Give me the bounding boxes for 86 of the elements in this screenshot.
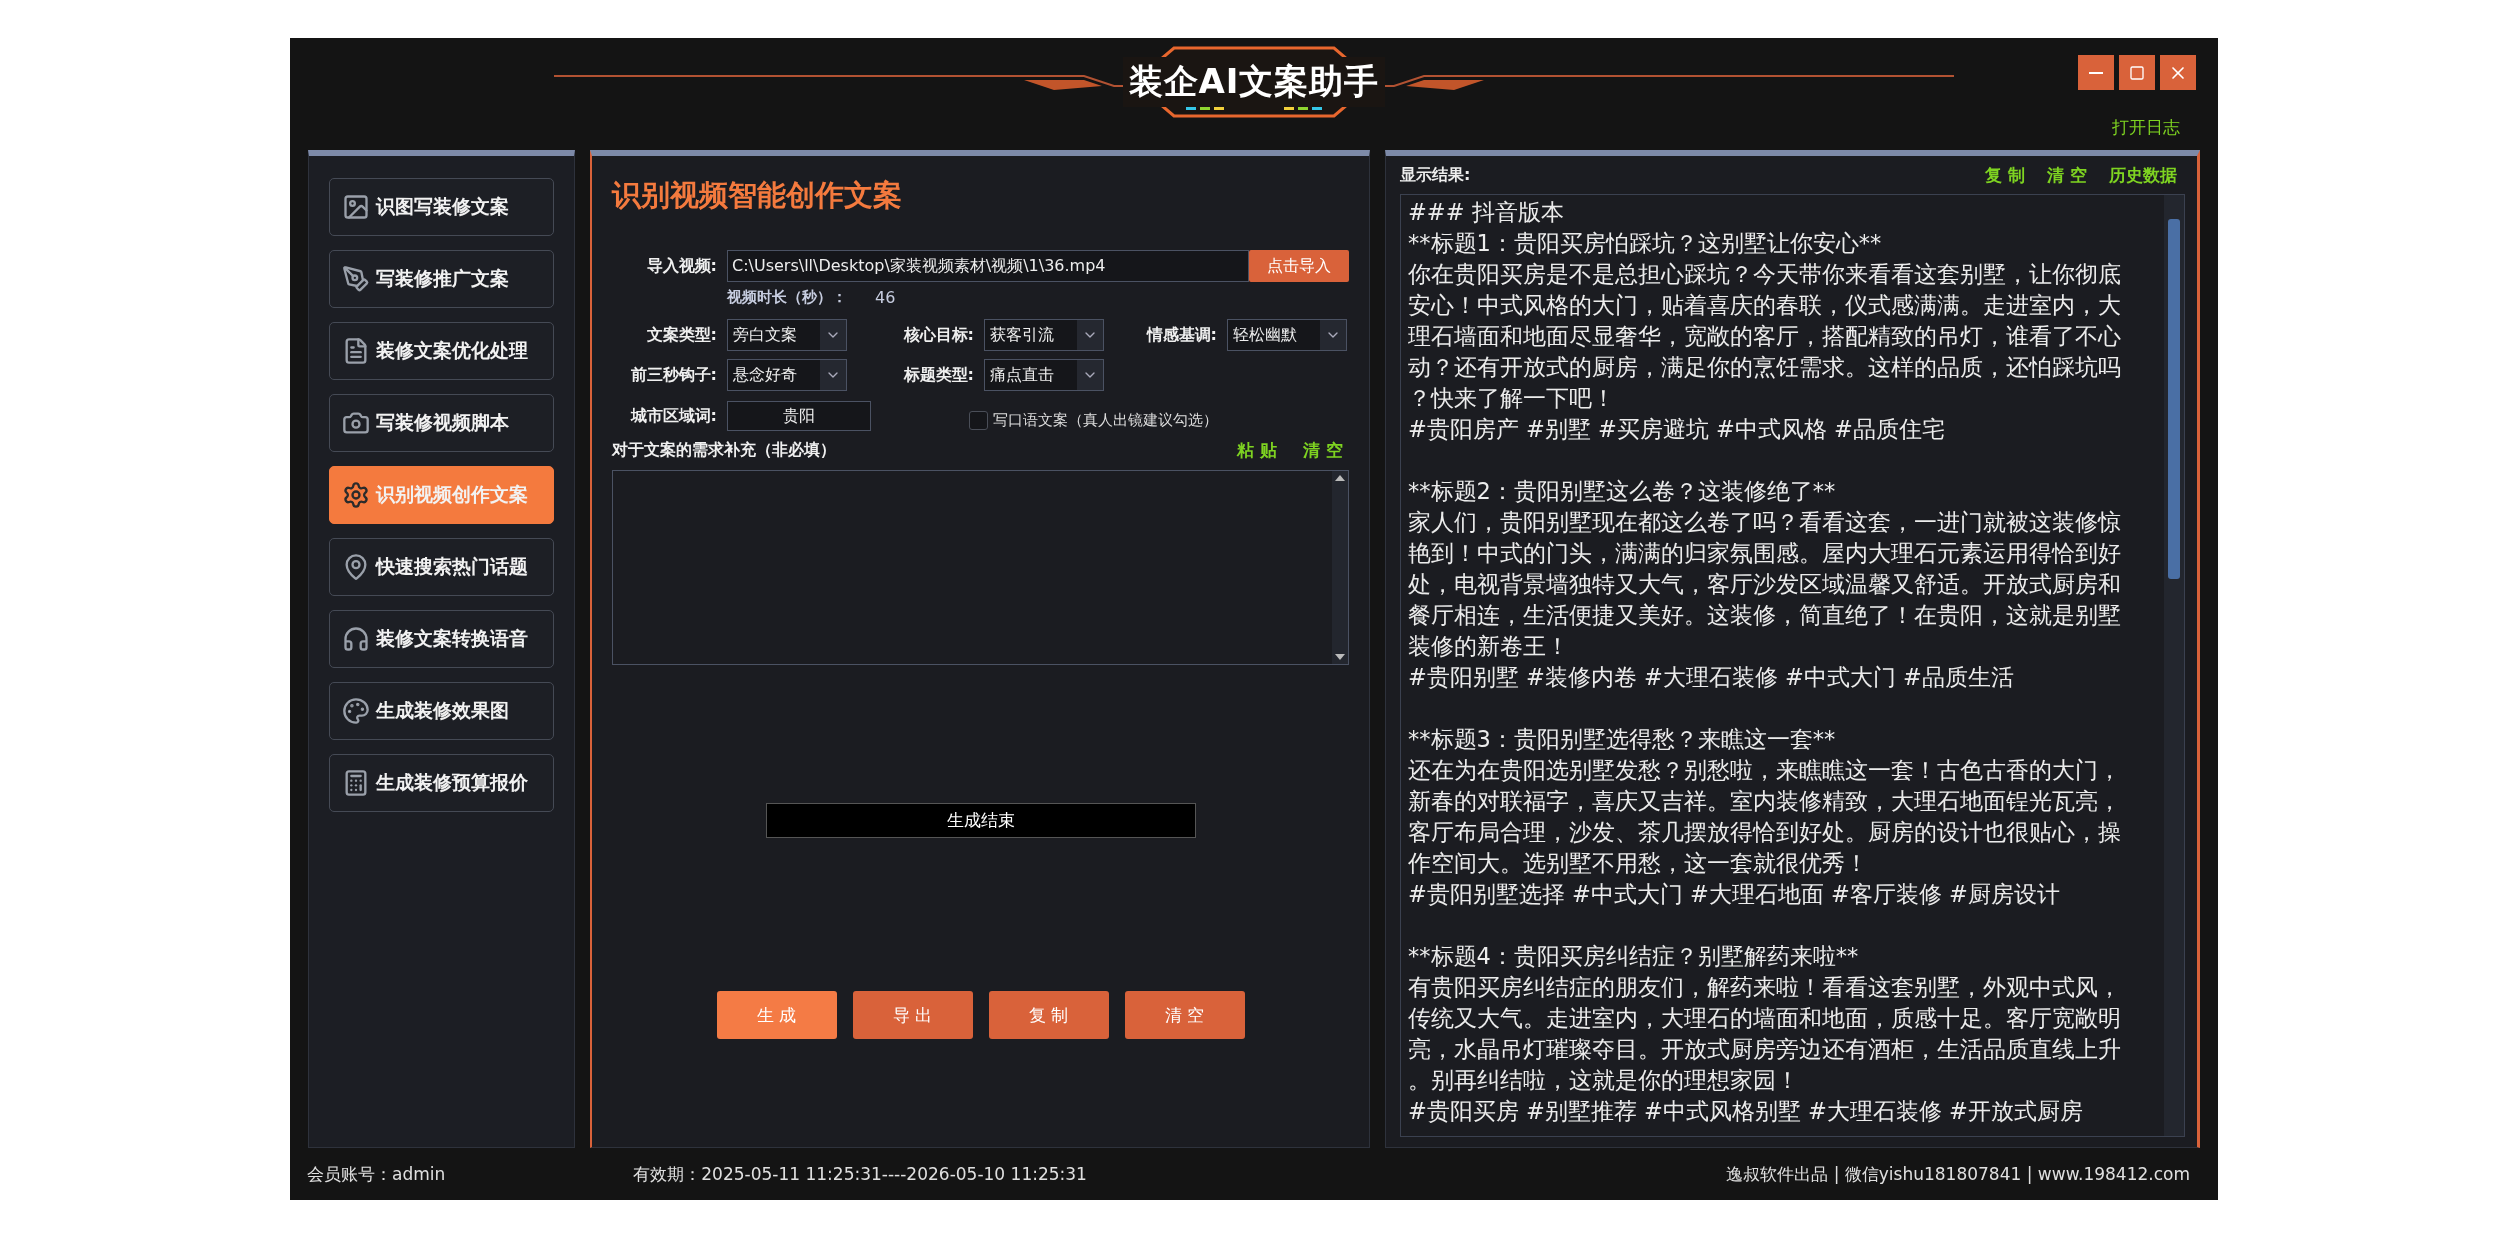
action-link[interactable]: 历史数据 [2109,163,2177,187]
result-line: 还在为在贵阳选别墅发愁？别愁啦，来瞧瞧这一套！古色古香的大门， [1408,756,2122,785]
dropdown[interactable]: 悬念好奇 [727,359,847,391]
city-field[interactable]: 贵阳 [727,401,871,431]
gear-icon [342,481,370,509]
sidebar-item[interactable]: 写装修推广文案 [329,250,554,308]
field-label: 前三秒钩子: [629,364,717,386]
panel-title: 识别视频智能创作文案 [612,177,903,214]
sidebar-item[interactable]: 写装修视频脚本 [329,394,554,452]
open-log-link[interactable]: 打开日志 [2112,116,2180,139]
account-text: 会员账号：admin [307,1162,446,1186]
result-line: 装修的新卷王！ [1408,632,1570,661]
dropdown[interactable]: 获客引流 [984,319,1104,351]
window-title: 装企AI文案助手 [1122,57,1386,107]
minimize-icon [2089,71,2103,74]
action-link[interactable]: 清 空 [2047,163,2087,187]
field-label: 城市区域词: [629,405,717,427]
result-line: **标题4：贵阳买房纠结症？别墅解药来啦** [1408,942,1860,971]
result-line: #贵阳买房 #别墅推荐 #中式风格别墅 #大理石装修 #开放式厨房 [1408,1097,2084,1126]
sidebar-item[interactable]: 生成装修效果图 [329,682,554,740]
result-line: 安心！中式风格的大门，贴着喜庆的春联，仪式感满满。走进室内，大 [1408,291,2122,320]
action-link[interactable]: 粘 贴 [1237,439,1278,462]
result-line: ？快来了解一下吧！ [1408,384,1616,413]
action-link[interactable]: 清 空 [1303,439,1343,462]
notes-label: 对于文案的需求补充（非必填） [612,440,836,461]
dropdown[interactable]: 痛点直击 [984,359,1104,391]
field-label: 文案类型: [645,324,717,346]
field-label: 导入视频: [645,255,717,277]
duration-value: 46 [875,288,896,307]
result-line: 餐厅相连，生活便捷又美好。这装修，简直绝了！在贵阳，这就是别墅 [1408,601,2122,630]
minimize-button[interactable] [2078,55,2114,90]
dropdown[interactable]: 旁白文案 [727,319,847,351]
action-button[interactable]: 复 制 [988,991,1109,1039]
result-line: 处，电视背景墙独特又大气，客厅沙发区域温馨又舒适。开放式厨房和 [1408,570,2122,599]
result-line: 家人们，贵阳别墅现在都这么卷了吗？看看这套，一进门就被这装修惊 [1408,508,2122,537]
result-line: 理石墙面和地面尽显奢华，宽敞的客厅，搭配精致的吊灯，谁看了不心 [1408,322,2122,351]
image-icon [342,193,370,221]
scrollbar[interactable] [1332,471,1348,664]
sidebar-item[interactable]: 装修文案转换语音 [329,610,554,668]
field-label: 标题类型: [902,364,974,386]
scroll-down-icon[interactable] [1335,654,1345,660]
maximize-button[interactable] [2119,55,2155,90]
action-link[interactable]: 复 制 [1985,163,2026,187]
result-line: 你在贵阳买房是不是总担心踩坑？今天带你来看看这套别墅，让你彻底 [1408,260,2122,289]
dropdown[interactable]: 轻松幽默 [1227,319,1347,351]
result-line: 新春的对联福字，喜庆又吉祥。室内装修精致，大理石地面锃光瓦亮， [1408,787,2122,816]
result-line: 。别再纠结啦，这就是你的理想家园！ [1408,1066,1800,1095]
result-line: #贵阳别墅 #装修内卷 #大理石装修 #中式大门 #品质生活 [1408,663,2015,692]
pen-icon [342,265,370,293]
result-line: **标题3：贵阳别墅选得愁？来瞧这一套** [1408,725,1837,754]
scrollbar[interactable] [2164,195,2184,1136]
result-line: 艳到！中式的门头，满满的归家氛围感。屋内大理石元素运用得恰到好 [1408,539,2122,568]
credits-text: 逸叔软件出品 | 微信yishu181807841 | www.198412.com [1726,1162,2190,1186]
palette-icon [342,697,370,725]
close-button[interactable] [2160,55,2196,90]
field-label: 情感基调: [1145,324,1217,346]
sidebar-item[interactable]: 快速搜索热门话题 [329,538,554,596]
result-line: 传统又大气。走进室内，大理石的墙面和地面，质感十足。客厅宽敞明 [1408,1004,2122,1033]
notes-field[interactable] [612,470,1349,665]
result-line: **标题2：贵阳别墅这么卷？这装修绝了** [1408,477,1837,506]
sidebar-item[interactable]: 识图写装修文案 [329,178,554,236]
maximize-icon [2129,64,2145,81]
result-line: 有贵阳买房纠结症的朋友们，解药来啦！看看这套别墅，外观中式风， [1408,973,2122,1002]
result-line: 作空间大。选别墅不用愁，这一套就很优秀！ [1408,849,1869,878]
video-path-field[interactable]: C:\Users\ll\Desktop\家装视频素材\视频\1\36.mp4 [727,250,1249,282]
action-button[interactable]: 导 出 [852,991,973,1039]
sidebar-item[interactable]: 装修文案优化处理 [329,322,554,380]
result-line: 客厅布局合理，沙发、茶几摆放得恰到好处。厨房的设计也很贴心，操 [1408,818,2122,847]
action-button[interactable]: 清 空 [1124,991,1245,1039]
results-label: 显示结果: [1400,164,1471,186]
result-line: 动？还有开放式的厨房，满足你的烹饪需求。这样的品质，还怕踩坑吗 [1408,353,2122,382]
field-label: 核心目标: [902,324,974,346]
result-line: 亮，水晶吊灯璀璨夺目。开放式厨房旁边还有酒柜，生活品质直线上升 [1408,1035,2122,1064]
checkbox-label: 写口语文案（真人出镜建议勾选） [993,410,1218,430]
scroll-up-icon[interactable] [1335,475,1345,481]
checkbox[interactable] [969,410,988,430]
result-line: #贵阳别墅选择 #中式大门 #大理石地面 #客厅装修 #厨房设计 [1408,880,2061,909]
duration-label: 视频时长（秒）： [727,288,847,307]
result-line: ### 抖音版本 [1408,198,1565,227]
import-button[interactable]: 点击导入 [1249,250,1349,282]
status-display: 生成结束 [765,803,1196,838]
validity-text: 有效期：2025-05-11 11:25:31----2026-05-10 11:25:31 [633,1162,1087,1186]
result-line: **标题1：贵阳买房怕踩坑？这别墅让你安心** [1408,229,1883,258]
sidebar-item[interactable]: 生成装修预算报价 [329,754,554,812]
headphones-icon [342,625,370,653]
result-line: #贵阳房产 #别墅 #买房避坑 #中式风格 #品质住宅 [1408,415,1946,444]
